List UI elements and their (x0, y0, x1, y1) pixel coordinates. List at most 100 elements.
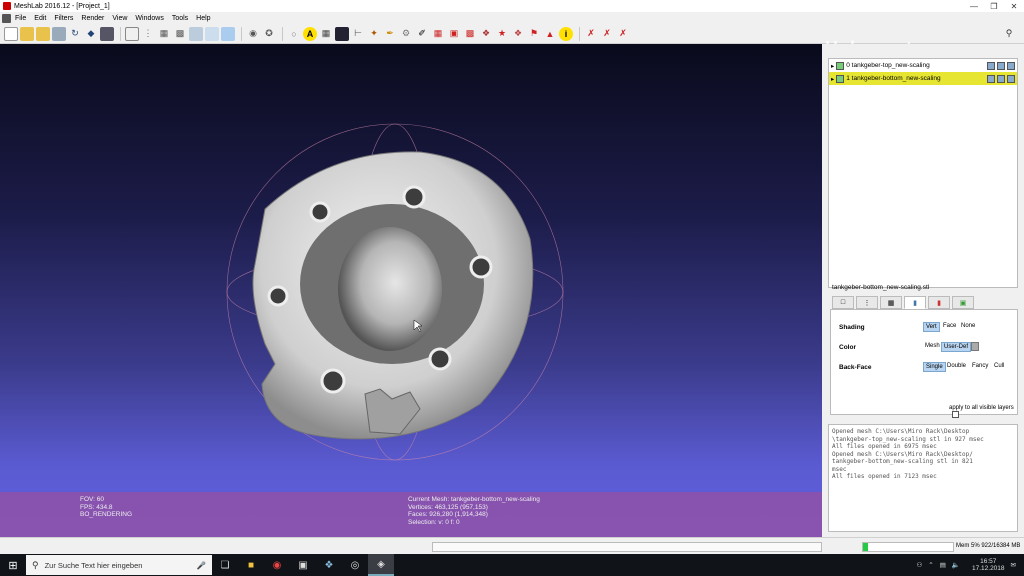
annotate-icon[interactable]: A (303, 26, 317, 41)
shading-face-option[interactable]: Face (941, 322, 958, 330)
select-vertex-icon[interactable]: ▦ (431, 27, 445, 41)
menu-help[interactable]: Help (196, 15, 210, 22)
color-mesh-option[interactable]: Mesh (923, 342, 942, 350)
paint-app-icon[interactable]: ❖ (316, 554, 342, 576)
obs-icon[interactable]: ◎ (342, 554, 368, 576)
menu-edit[interactable]: Edit (34, 15, 46, 22)
import-mesh-icon[interactable] (52, 26, 66, 41)
tab-solid-icon[interactable]: ▮ (904, 296, 926, 309)
notification-icon[interactable]: ✉ (1011, 561, 1016, 569)
backface-double-option[interactable]: Double (945, 362, 968, 370)
pickpoints-icon[interactable]: ★ (495, 27, 509, 41)
tab-points-icon[interactable]: ⋮ (856, 296, 878, 309)
layer-color-icon[interactable] (1007, 61, 1015, 70)
layer-props-icon[interactable] (987, 61, 995, 70)
save-project-icon[interactable] (36, 26, 50, 41)
shading-none-option[interactable]: None (959, 322, 977, 330)
select-faces-icon[interactable]: ✦ (367, 27, 381, 41)
select-connected-icon[interactable]: ▣ (447, 27, 461, 41)
meshlab-taskbar-icon[interactable]: ◈ (368, 554, 394, 576)
visibility-eye-icon[interactable] (836, 74, 845, 83)
brush-icon[interactable]: ✐ (415, 27, 429, 41)
sample-icon[interactable]: ⚑ (527, 27, 541, 41)
expand-arrow-icon[interactable]: ▸ (831, 75, 834, 83)
snapshot-icon[interactable] (100, 26, 114, 41)
mesh-render[interactable] (0, 44, 822, 537)
menu-filters[interactable]: Filters (54, 15, 73, 22)
flat-icon[interactable] (205, 26, 219, 41)
task-view-icon[interactable]: ❏ (212, 554, 238, 576)
maximize-button[interactable]: ❐ (984, 2, 1004, 11)
lighting-icon[interactable]: ◉ (246, 27, 260, 41)
align-icon[interactable]: ❖ (479, 27, 493, 41)
warning-icon[interactable]: i (559, 26, 573, 41)
3d-viewport[interactable]: FOV: 60 FPS: 434.8 BO_RENDERING Current … (0, 44, 822, 537)
bbox-icon[interactable] (125, 26, 139, 41)
taskbar-search-placeholder: Zur Suche Text hier eingeben (44, 560, 143, 570)
menu-view[interactable]: View (112, 15, 127, 22)
delete-vertices-icon[interactable]: ✗ (584, 27, 598, 41)
minimize-button[interactable]: — (964, 2, 984, 11)
reload-icon[interactable]: ↻ (68, 27, 82, 41)
taskbar-search[interactable]: ⚲ Zur Suche Text hier eingeben 🎤 (26, 555, 212, 575)
color-swatch[interactable] (971, 342, 979, 351)
tab-misc-icon[interactable]: ▣ (952, 296, 974, 309)
file-explorer-icon[interactable]: ■ (238, 554, 264, 576)
layer-color-icon[interactable] (1007, 74, 1015, 83)
layer-props-icon[interactable] (987, 74, 995, 83)
axis-icon[interactable]: ⊢ (351, 27, 365, 41)
layer-item-top[interactable]: ▸ 0 tankgeber-top_new-scaling (829, 59, 1017, 72)
paint-icon[interactable]: ✒ (383, 27, 397, 41)
backface-single-option[interactable]: Single (923, 362, 946, 372)
people-icon[interactable]: ⚇ (916, 561, 922, 569)
smooth-icon[interactable] (221, 26, 235, 41)
new-project-icon[interactable] (4, 26, 18, 41)
apply-all-layers[interactable]: apply to all visible layers (949, 405, 1017, 418)
chrome-icon[interactable]: ◉ (264, 554, 290, 576)
layer-tex-icon[interactable] (997, 61, 1005, 70)
open-project-icon[interactable] (20, 26, 34, 41)
backface-fancy-option[interactable]: Fancy (970, 362, 990, 370)
doublelight-icon[interactable]: ✪ (262, 27, 276, 41)
select-region-icon[interactable]: ▩ (463, 27, 477, 41)
menu-windows[interactable]: Windows (135, 15, 163, 22)
layer-item-bottom[interactable]: ▸ 1 tankgeber-bottom_new-scaling (829, 72, 1017, 85)
sphere-icon[interactable]: ○ (287, 27, 301, 41)
flatlines-icon[interactable] (189, 26, 203, 41)
tab-box-icon[interactable]: □ (832, 296, 854, 309)
registration-icon[interactable]: ▲ (543, 27, 557, 41)
expand-arrow-icon[interactable]: ▸ (831, 62, 834, 70)
delete-all-icon[interactable]: ✗ (616, 27, 630, 41)
export-icon[interactable]: ◆ (84, 27, 98, 41)
tab-wire-icon[interactable]: ▦ (880, 296, 902, 309)
menu-file[interactable]: File (15, 15, 26, 22)
wireframe-icon[interactable]: ▦ (157, 27, 171, 41)
windows-start-icon[interactable]: ⊞ (0, 554, 26, 576)
visibility-eye-icon[interactable] (836, 61, 845, 70)
toolbar-search-icon[interactable]: ⚲ (1002, 27, 1016, 41)
measure-icon[interactable]: ⚙ (399, 27, 413, 41)
network-icon[interactable]: ▤ (940, 561, 946, 569)
clock[interactable]: 16:57 17.12.2018 (972, 558, 1005, 572)
close-button[interactable]: ✕ (1004, 2, 1024, 11)
delete-faces-icon[interactable]: ✗ (600, 27, 614, 41)
backface-cull-option[interactable]: Cull (992, 362, 1006, 370)
layer-tex-icon[interactable] (997, 74, 1005, 83)
grid-icon[interactable]: ▦ (319, 27, 333, 41)
info-icon[interactable] (335, 26, 349, 41)
color-userdef-option[interactable]: User-Def (941, 342, 972, 352)
app-icon[interactable]: ▣ (290, 554, 316, 576)
apply-all-checkbox[interactable] (952, 411, 959, 418)
menu-tools[interactable]: Tools (172, 15, 188, 22)
points-icon[interactable]: ⋮ (141, 27, 155, 41)
menu-render[interactable]: Render (81, 15, 104, 22)
shading-vert-option[interactable]: Vert (923, 322, 940, 332)
hiddenlines-icon[interactable]: ▩ (173, 27, 187, 41)
tab-texture-icon[interactable]: ▮ (928, 296, 950, 309)
microphone-icon[interactable]: 🎤 (197, 561, 206, 570)
chevron-up-icon[interactable]: ⌃ (928, 561, 933, 569)
texture-icon[interactable]: ❖ (511, 27, 525, 41)
volume-icon[interactable]: 🔈 (952, 561, 960, 569)
app-menu-icon[interactable] (2, 13, 11, 23)
vertex-count: Vertices: 463,125 (957,153) (408, 503, 488, 511)
